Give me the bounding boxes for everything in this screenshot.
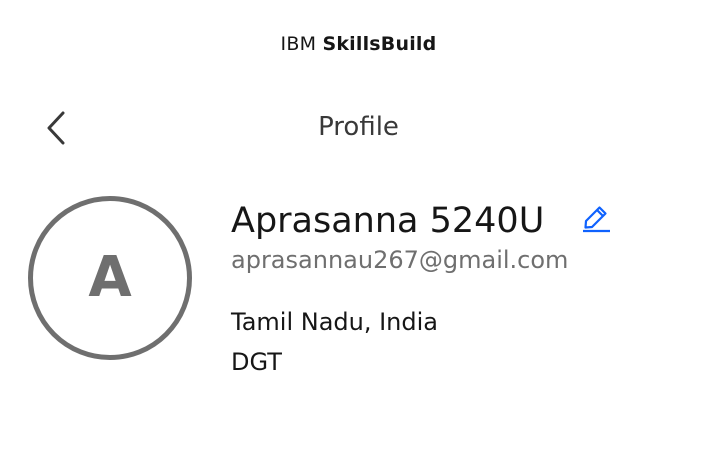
profile-location: Tamil Nadu, India — [231, 308, 438, 336]
profile-name: Aprasanna 5240U — [231, 201, 545, 241]
chevron-left-icon — [47, 111, 65, 145]
edit-profile-button[interactable] — [578, 199, 614, 235]
brand-product-name: SkillsBuild — [322, 33, 437, 55]
page-title: Profile — [318, 112, 399, 142]
profile-organization: DGT — [231, 348, 282, 376]
pencil-edit-icon — [583, 206, 610, 233]
app-brand: IBM SkillsBuild — [0, 31, 717, 57]
avatar-initial: A — [88, 245, 132, 310]
avatar: A — [28, 196, 192, 360]
back-button[interactable] — [36, 106, 76, 150]
profile-email: aprasannau267@gmail.com — [231, 246, 569, 274]
brand-ibm: IBM — [280, 33, 317, 55]
